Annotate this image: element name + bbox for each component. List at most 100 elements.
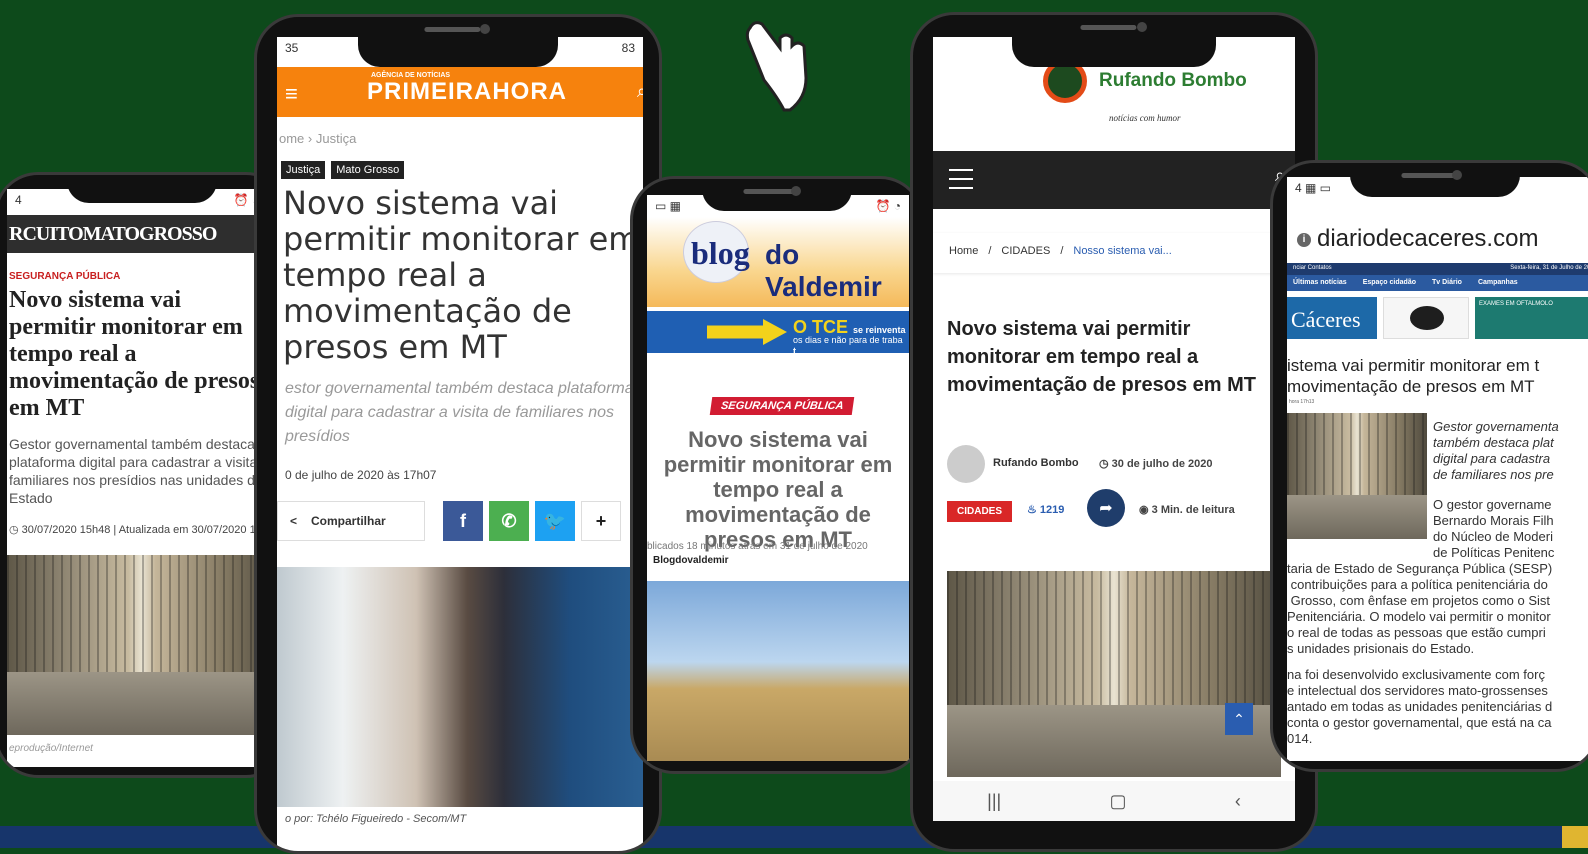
- photo-credit: o por: Tchélo Figueiredo - Secom/MT: [285, 813, 467, 825]
- site-banner[interactable]: blog do Valdemir: [647, 217, 909, 307]
- phone-notch: [1350, 163, 1520, 197]
- pointing-hand-icon: [745, 21, 808, 112]
- article-title: Novo sistema vai permitir monitorar em t…: [947, 318, 1256, 396]
- whatsapp-icon: ✆: [501, 510, 517, 531]
- share-label: Compartilhar: [311, 514, 386, 528]
- menu-item-tv[interactable]: Tv Diário: [1432, 279, 1462, 287]
- share-icon: <: [290, 514, 298, 528]
- article-author[interactable]: Rufando Bombo: [993, 457, 1079, 469]
- phone-notch: [67, 175, 217, 203]
- category-badge[interactable]: CIDADES: [947, 501, 1013, 522]
- article-title: Novo sistema vai permitir monitorar em t…: [9, 287, 260, 421]
- chevron-up-icon: ⌃: [1233, 710, 1245, 727]
- site-header: ≡ AGÊNCIA DE NOTÍCIASPRIMEIRAHORA ⌕: [277, 67, 643, 117]
- category-label[interactable]: SEGURANÇA PÚBLICA: [709, 397, 855, 415]
- status-time: 4: [15, 193, 22, 207]
- phone-screen: 4 ▦ ▭ i diariodecaceres.com nciar Contato…: [1287, 177, 1588, 761]
- corner-badge: [1562, 826, 1588, 848]
- eye-icon: ◉: [1139, 504, 1152, 516]
- phone-screen: ▭ ▦ ⏰ ◔ blog do Valdemir O TCE se reinven…: [647, 195, 909, 761]
- bottom-bar: [0, 826, 1588, 848]
- breadcrumb-separator: /: [988, 245, 992, 257]
- facebook-icon: f: [460, 510, 466, 531]
- tag-mato-grosso[interactable]: Mato Grosso: [331, 161, 405, 179]
- article-body-paragraph: na foi desenvolvido exclusivamente com f…: [1287, 667, 1553, 746]
- address-bar[interactable]: i diariodecaceres.com: [1287, 219, 1588, 259]
- back-icon[interactable]: ‹: [1235, 791, 1241, 812]
- info-icon: i: [1297, 232, 1311, 247]
- ad-line2: os dias e não para de traba: [793, 335, 903, 345]
- article-title: Novo sistema vai permitir monitorar em t…: [283, 184, 640, 366]
- article-photo: [647, 581, 909, 761]
- breadcrumb-separator: /: [1060, 245, 1064, 257]
- ad-banner[interactable]: O TCE se reinventa t os dias e não para …: [647, 311, 909, 353]
- views-count: ♨ 1219: [1027, 503, 1064, 516]
- article-photo: [947, 571, 1281, 777]
- search-icon[interactable]: ⌕: [637, 81, 643, 102]
- share-button[interactable]: ➦: [1087, 489, 1125, 527]
- site-logo[interactable]: AGÊNCIA DE NOTÍCIAS PRIMEIRAHORA: [367, 72, 567, 106]
- article-description: Gestor governamental também destaca plat…: [9, 436, 277, 506]
- site-logo[interactable]: Cáceres: [1287, 297, 1377, 339]
- site-logo[interactable]: Rufando Bombo: [1099, 71, 1247, 91]
- status-battery: 83: [621, 41, 635, 55]
- more-share-button[interactable]: +: [581, 501, 621, 541]
- phone-screen: 4 ⏰ ◔ ▮ RCUITOMATOGROSSO SEGURANÇA PÚBLIC…: [7, 189, 277, 767]
- breadcrumb-cidades[interactable]: CIDADES: [1001, 245, 1050, 261]
- menu-item-campanhas[interactable]: Campanhas: [1478, 279, 1518, 287]
- article-title-line1: istema vai permitir monitorar em t: [1287, 356, 1540, 375]
- breadcrumb-home[interactable]: ome: [279, 131, 304, 146]
- share-button[interactable]: < Compartilhar: [277, 501, 425, 541]
- home-icon[interactable]: ▢: [1110, 791, 1127, 812]
- facebook-share-button[interactable]: f: [443, 501, 483, 541]
- nav-bar: ⌕: [933, 151, 1295, 209]
- topbar-date: Sexta-feira, 31 de Julho de 2020: [1510, 265, 1588, 271]
- read-time-text: 3 Min. de leitura: [1151, 504, 1235, 516]
- logo-blog: blog: [691, 235, 750, 271]
- breadcrumb-home[interactable]: Home: [949, 245, 978, 261]
- menu-item-espaco[interactable]: Espaço cidadão: [1363, 279, 1416, 287]
- plus-icon: +: [595, 510, 607, 531]
- site-topbar: nciar Contatos Sexta-feira, 31 de Julho d…: [1287, 263, 1588, 275]
- ad-banner[interactable]: EXAMES EM OFTALMOLO: [1475, 297, 1588, 339]
- phone-primeirahora: 35 83 ≡ AGÊNCIA DE NOTÍCIASPRIMEIRAHORA ⌕…: [254, 14, 662, 854]
- status-icons: 4 ▦ ▭: [1295, 181, 1332, 195]
- article-meta: blicados 18 minutos atrás em 31 de julho…: [647, 541, 868, 552]
- clock-icon: ◷: [9, 524, 22, 536]
- twitter-icon: 🐦: [543, 510, 567, 531]
- site-logo[interactable]: RCUITOMATOGROSSO: [7, 215, 277, 253]
- logo-tagline: AGÊNCIA DE NOTÍCIAS: [371, 72, 451, 79]
- menu-item-ultimas[interactable]: Últimas notícias: [1293, 279, 1347, 287]
- status-icons-left: ▭ ▦: [655, 199, 682, 213]
- scroll-top-button[interactable]: ⌃: [1225, 703, 1253, 735]
- article-body-paragraph: taria de Estado de Segurança Pública (SE…: [1287, 561, 1553, 656]
- phone-screen: Rufando Bombo notícias com humor ⌕ Home /…: [933, 37, 1295, 821]
- category-label[interactable]: SEGURANÇA PÚBLICA: [9, 271, 120, 282]
- eye-ad-banner[interactable]: [1383, 297, 1469, 339]
- breadcrumb-current: Nosso sistema vai...: [1073, 245, 1172, 257]
- article-body-intro: O gestor govername Bernardo Morais Filh …: [1433, 497, 1555, 560]
- share-arrow-icon: ➦: [1099, 500, 1113, 517]
- twitter-share-button[interactable]: 🐦: [535, 501, 575, 541]
- breadcrumb-current[interactable]: Justiça: [316, 131, 356, 146]
- whatsapp-share-button[interactable]: ✆: [489, 501, 529, 541]
- breadcrumb: ome › Justiça: [279, 131, 357, 146]
- read-time: ◉ 3 Min. de leitura: [1139, 503, 1235, 516]
- views-count-text: 1219: [1039, 504, 1065, 516]
- site-menu: Últimas notícias Espaço cidadão Tv Diári…: [1287, 275, 1588, 291]
- article-meta: ◷ 30/07/2020 15h48 | Atualizada em 30/07…: [9, 523, 277, 536]
- article-lead: Gestor governamenta também destaca plat …: [1433, 419, 1559, 482]
- menu-icon[interactable]: ≡: [285, 81, 298, 107]
- arrow-icon: [707, 319, 787, 345]
- avatar[interactable]: [947, 445, 985, 483]
- article-date: ◷ 30 de julho de 2020: [1099, 457, 1213, 470]
- article-meta-text: 30/07/2020 15h48 | Atualizada em 30/07/2…: [21, 524, 277, 536]
- menu-icon[interactable]: [949, 169, 973, 189]
- android-nav-bar: ||| ▢ ‹: [933, 781, 1295, 821]
- tag-justica[interactable]: Justiça: [281, 161, 326, 179]
- article-title: istema vai permitir monitorar em t movime…: [1287, 355, 1588, 397]
- phone-blogdovaldemir: ▭ ▦ ⏰ ◔ blog do Valdemir O TCE se reinven…: [630, 176, 924, 774]
- article-author[interactable]: Blogdovaldemir: [653, 555, 729, 566]
- recent-apps-icon[interactable]: |||: [987, 791, 1001, 812]
- topbar-links[interactable]: nciar Contatos: [1293, 265, 1332, 273]
